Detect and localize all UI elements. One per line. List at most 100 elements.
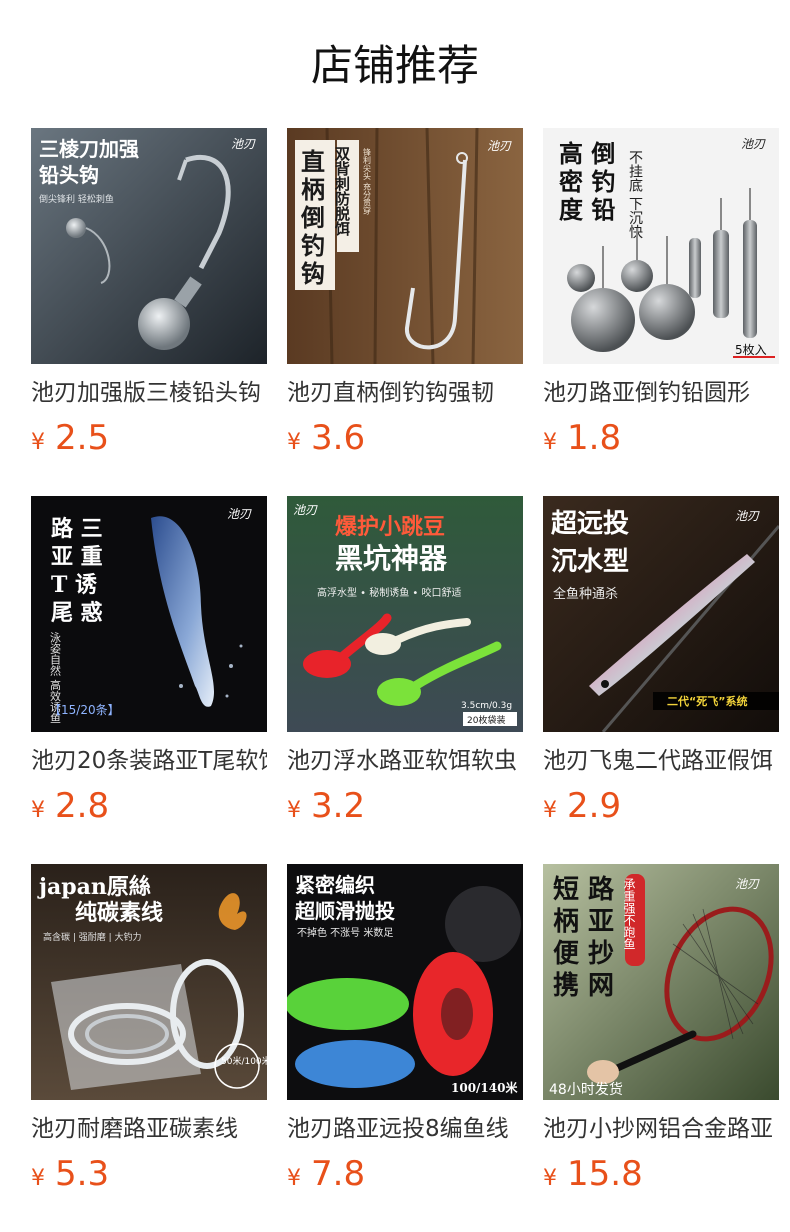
currency-symbol: ¥ <box>543 430 557 455</box>
price-value: 5.3 <box>55 1154 110 1194</box>
image-headline: 密 钓 <box>559 167 615 196</box>
image-note: 【15/20条】 <box>49 703 120 717</box>
product-image[interactable]: 路 三 亚 重 T 诱 尾 惑 泳姿自然 高效诱鱼 池刃 【15/20条】 <box>31 496 267 732</box>
product-card[interactable]: 爆护小跳豆 黑坑神器 高浮水型 • 秘制诱鱼 • 咬口舒适 池刃 3.5cm/0… <box>287 496 523 832</box>
currency-symbol: ¥ <box>543 798 557 823</box>
image-headline: 柄 亚 <box>553 907 614 937</box>
image-headline: 三棱刀加强 <box>39 137 139 161</box>
price-value: 7.8 <box>311 1154 366 1194</box>
price-value: 3.6 <box>311 418 366 458</box>
brand-logo: 池刃 <box>741 137 766 151</box>
image-headline: 路 三 <box>51 516 103 542</box>
product-card[interactable]: 三棱刀加强 铅头钩 倒尖锋利 轻松刺鱼 池刃 池刃加强版三棱铅头钩 ¥2.5 <box>31 128 267 464</box>
image-note: 锋利尖头 充分贯穿 <box>363 147 372 216</box>
image-note: 50米/100米 <box>221 1055 267 1067</box>
image-headline: T 诱 <box>51 572 97 598</box>
product-price: ¥3.6 <box>287 418 523 464</box>
image-subtitle: 不掉色 不涨号 米数足 <box>297 926 393 939</box>
currency-symbol: ¥ <box>31 798 45 823</box>
product-name[interactable]: 池刃20条装路亚T尾软饵 <box>31 746 267 776</box>
image-note: 100/140米 <box>451 1080 518 1095</box>
image-subtitle: 高浮水型 • 秘制诱鱼 • 咬口舒适 <box>317 586 462 599</box>
product-image[interactable]: 直 柄 倒 钓 钩 双背刺防脱饵 锋利尖头 充分贯穿 池刃 <box>287 128 523 364</box>
brand-logo: 池刃 <box>227 507 252 521</box>
image-subtitle: 不挂底 下沉快 <box>627 150 643 239</box>
image-headline: 超远投 <box>551 509 629 539</box>
image-subtitle: 双背刺防脱饵 <box>333 146 351 237</box>
product-name[interactable]: 池刃小抄网铝合金路亚 <box>543 1114 779 1144</box>
product-image[interactable]: 三棱刀加强 铅头钩 倒尖锋利 轻松刺鱼 池刃 <box>31 128 267 364</box>
currency-symbol: ¥ <box>31 1166 45 1191</box>
product-name[interactable]: 池刃路亚倒钓铅圆形 <box>543 378 779 408</box>
price-value: 15.8 <box>567 1154 643 1194</box>
product-name[interactable]: 池刃加强版三棱铅头钩 <box>31 378 267 408</box>
product-card[interactable]: 高 倒 密 钓 度 铅 不挂底 下沉快 池刃 5枚入 池刃路亚倒钓铅圆形 ¥1.… <box>543 128 779 464</box>
image-headline: 度 铅 <box>559 195 615 224</box>
product-card[interactable]: 超远投 沉水型 全鱼种通杀 池刃 二代“死飞”系统 池刃飞鬼二代路亚假饵 ¥2.… <box>543 496 779 832</box>
image-headline: 尾 惑 <box>51 600 103 626</box>
product-price: ¥1.8 <box>543 418 779 464</box>
product-price: ¥5.3 <box>31 1154 267 1200</box>
currency-symbol: ¥ <box>287 1166 301 1191</box>
image-headline: 钓 <box>301 231 325 260</box>
product-price: ¥3.2 <box>287 786 523 832</box>
image-note: 20枚袋装 <box>467 714 505 726</box>
product-name[interactable]: 池刃耐磨路亚碳素线 <box>31 1114 267 1144</box>
currency-symbol: ¥ <box>31 430 45 455</box>
price-value: 2.5 <box>55 418 110 458</box>
currency-symbol: ¥ <box>287 430 301 455</box>
image-headline: 钩 <box>301 259 325 288</box>
brand-logo: 池刃 <box>293 503 318 517</box>
image-headline: 亚 重 <box>51 544 103 570</box>
image-headline: japan原絲 <box>37 874 151 900</box>
product-card[interactable]: 短 路 柄 亚 便 抄 携 网 承重强不跑鱼 池刃 48小时发货 池刃小抄网铝合… <box>543 864 779 1200</box>
image-headline: 纯碳素线 <box>75 900 163 926</box>
image-headline: 高 倒 <box>559 139 615 168</box>
image-subtitle: 全鱼种通杀 <box>553 586 618 602</box>
product-image[interactable]: 高 倒 密 钓 度 铅 不挂底 下沉快 池刃 5枚入 <box>543 128 779 364</box>
image-headline: 便 抄 <box>553 939 614 969</box>
image-headline: 携 网 <box>553 970 614 1001</box>
page-title: 店铺推荐 <box>310 41 479 90</box>
product-price: ¥15.8 <box>543 1154 779 1200</box>
image-subtitle: 承重强不跑鱼 <box>622 878 636 950</box>
image-headline: 爆护小跳豆 <box>335 514 445 540</box>
product-card[interactable]: 紧密编织 超顺滑抛投 不掉色 不涨号 米数足 池刃 100/140米 池刃路亚远… <box>287 864 523 1200</box>
image-subtitle: 高含碳 | 强耐磨 | 大钓力 <box>43 931 142 943</box>
product-price: ¥2.9 <box>543 786 779 832</box>
product-image[interactable]: 短 路 柄 亚 便 抄 携 网 承重强不跑鱼 池刃 48小时发货 <box>543 864 779 1100</box>
brand-logo: 池刃 <box>735 877 760 891</box>
price-value: 3.2 <box>311 786 366 826</box>
currency-symbol: ¥ <box>543 1166 557 1191</box>
image-headline: 超顺滑抛投 <box>294 899 395 923</box>
image-headline: 紧密编织 <box>295 873 375 897</box>
product-name[interactable]: 池刃直柄倒钓钩强韧 <box>287 378 523 408</box>
product-card[interactable]: 路 三 亚 重 T 诱 尾 惑 泳姿自然 高效诱鱼 池刃 【15/20条】 池刃… <box>31 496 267 832</box>
product-name[interactable]: 池刃浮水路亚软饵软虫 <box>287 746 523 776</box>
image-headline: 黑坑神器 <box>335 542 448 575</box>
product-price: ¥7.8 <box>287 1154 523 1200</box>
product-image[interactable]: japan原絲 纯碳素线 高含碳 | 强耐磨 | 大钓力 池刃 50米/100米 <box>31 864 267 1100</box>
product-price: ¥2.5 <box>31 418 267 464</box>
image-note: 48小时发货 <box>549 1081 623 1098</box>
image-headline: 沉水型 <box>551 547 629 577</box>
currency-symbol: ¥ <box>287 798 301 823</box>
image-headline: 铅头钩 <box>39 163 99 187</box>
product-name[interactable]: 池刃飞鬼二代路亚假饵 <box>543 746 779 776</box>
price-value: 2.9 <box>567 786 622 826</box>
product-card[interactable]: japan原絲 纯碳素线 高含碳 | 强耐磨 | 大钓力 池刃 50米/100米… <box>31 864 267 1200</box>
image-subtitle: 倒尖锋利 轻松刺鱼 <box>39 193 114 205</box>
image-headline: 短 路 <box>553 874 615 905</box>
image-headline: 直 <box>301 147 325 176</box>
image-headline: 柄 <box>301 175 325 204</box>
price-value: 1.8 <box>567 418 622 458</box>
image-note: 5枚入 <box>735 342 767 357</box>
product-price: ¥2.8 <box>31 786 267 832</box>
product-image[interactable]: 爆护小跳豆 黑坑神器 高浮水型 • 秘制诱鱼 • 咬口舒适 池刃 3.5cm/0… <box>287 496 523 732</box>
image-note: 二代“死飞”系统 <box>667 694 747 708</box>
product-image[interactable]: 超远投 沉水型 全鱼种通杀 池刃 二代“死飞”系统 <box>543 496 779 732</box>
brand-logo: 池刃 <box>735 509 760 523</box>
product-name[interactable]: 池刃路亚远投8编鱼线 <box>287 1114 523 1144</box>
product-card[interactable]: 直 柄 倒 钓 钩 双背刺防脱饵 锋利尖头 充分贯穿 池刃 池刃直柄倒钓钩强韧 … <box>287 128 523 464</box>
product-image[interactable]: 紧密编织 超顺滑抛投 不掉色 不涨号 米数足 池刃 100/140米 <box>287 864 523 1100</box>
